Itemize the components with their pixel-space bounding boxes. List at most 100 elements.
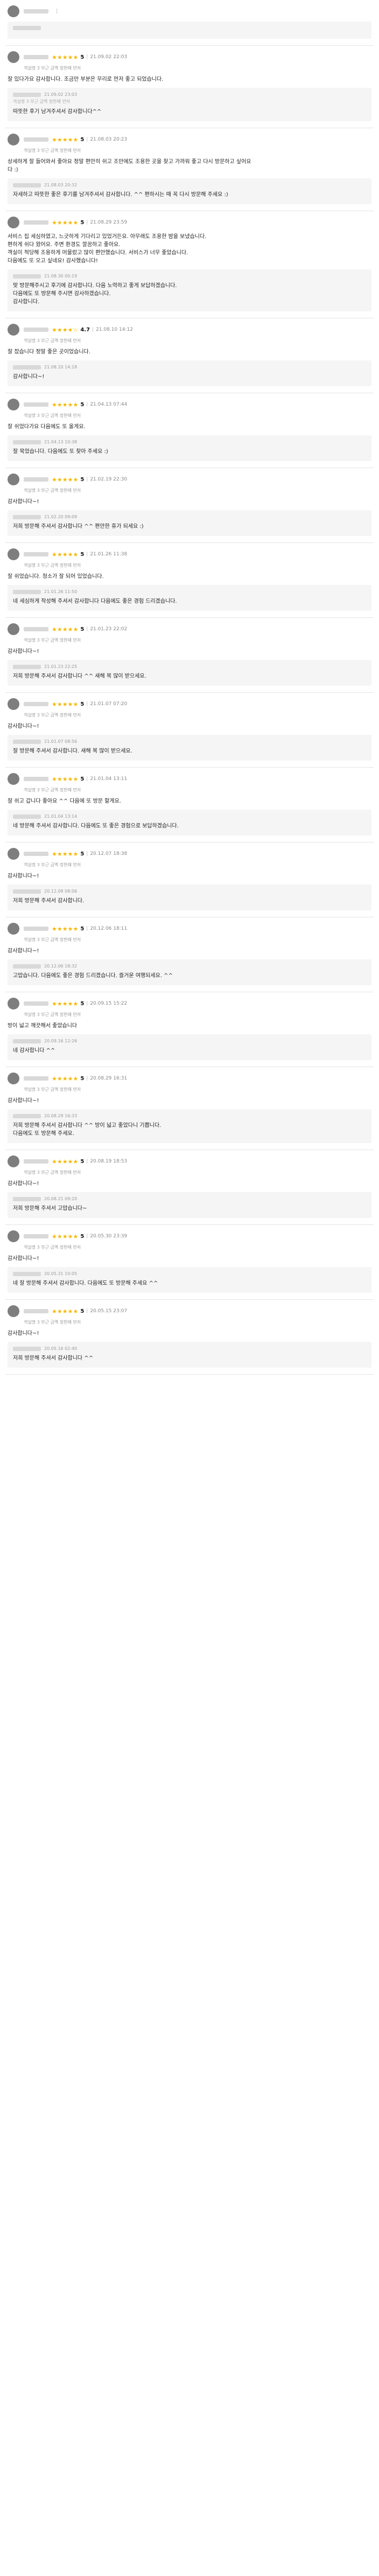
star-rating: ★★★★★ [52, 1000, 79, 1007]
owner-name-blurred [13, 440, 41, 444]
review-meta: 객실명 3 부근 금액 정한때 먼저 [24, 1245, 81, 1250]
reviewer-name-blurred [24, 1234, 48, 1238]
review-date: 20.12.06 18:11 [90, 926, 128, 931]
separator: | [86, 54, 88, 60]
review-meta: 객실명 3 부근 금액 정한때 먼저 [24, 713, 81, 718]
reviewer-name-blurred [24, 702, 48, 706]
avatar [8, 217, 19, 228]
review-item: ★★★★★ 5 | 21.04.13 07:44 객실명 3 부근 금액 정한때 먼저 잘… [5, 393, 374, 468]
separator: | [86, 402, 88, 407]
star-rating: ★★★★★ [52, 925, 79, 932]
review-item: ★★★★★ 5 | 20.08.19 18:53 객실명 3 부근 금액 정한때 먼저감… [5, 1150, 374, 1225]
separator: | [86, 1076, 88, 1081]
review-text: 감사합니다~! [8, 1098, 39, 1104]
review-text: 감사합니다~! [8, 649, 39, 655]
star-rating: ★★★★★ [52, 850, 79, 858]
reply-text: 잘 방문해 주셔서 감사합니다. 새해 복 많이 받으세요. [13, 748, 132, 754]
owner-name-blurred [13, 589, 41, 594]
review-meta: 객실명 3 부근 금액 정한때 먼저 [24, 148, 81, 153]
rating-score: 5 [80, 136, 85, 143]
review-date: 20.09.15 15:22 [90, 1001, 128, 1006]
review-header: ★★★★★ 5 | 21.08.03 20:23 [8, 134, 371, 145]
separator: | [86, 552, 88, 557]
review-header: ★★★★★ 5 | 20.08.29 16:31 [8, 1073, 371, 1084]
review-header: ★★★★★ 5 | 20.05.30 23:39 [8, 1230, 371, 1242]
reviewer-name-blurred [24, 1001, 48, 1006]
review-header: ★★★★★ 5 | 21.08.29 23:59 [8, 217, 371, 228]
separator: | [86, 851, 88, 857]
reply-date: 21.04.13 10:38 [44, 440, 78, 444]
review-header: ★★★★★ 5 | 20.12.07 18:38 [8, 848, 371, 860]
review-text: 잘 잤습니다 정말 좋은 곳이었습니다. [8, 349, 90, 355]
reply-text: 감사합니다~! [13, 374, 45, 380]
star-rating: ★★★★★ [52, 700, 79, 708]
review-date: 21.01.04 13:11 [90, 776, 128, 782]
rating-score: 5 [80, 776, 85, 782]
rating-score: 5 [80, 1233, 85, 1240]
review-date: 21.09.02 22:03 [90, 54, 128, 60]
reply-date: 21.01.26 11:50 [44, 589, 78, 594]
reply-date: 21.08.10 14:18 [44, 365, 78, 370]
reply-date: 20.05.31 10:05 [44, 1271, 78, 1276]
reviewer-name-blurred [24, 777, 48, 781]
owner-name-blurred [13, 514, 41, 519]
reviewer-name-blurred [24, 1159, 48, 1164]
review-text: 감사합니다~! [8, 1181, 39, 1187]
owner-reply: 21.08.30 00:19 맞 방문해주시고 후기에 감사합니다. 다음 노력하… [8, 269, 371, 311]
reply-text: 네 방문해 주셔서 감사합니다. 다음에도 또 좋은 경험으로 보답하겠습니다. [13, 823, 179, 829]
review-header: ★★★★☆ 4.7 | 21.08.10 14:12 [8, 324, 371, 336]
review-text: 감사합니다~! [8, 499, 39, 505]
reply-header: 20.12.06 18:32 [13, 964, 366, 969]
review-date: 21.08.10 14:12 [96, 327, 133, 332]
reply-date: 21.01.04 13:14 [44, 814, 78, 819]
reply-header: 21.01.26 11:50 [13, 589, 366, 594]
review-item: ★★★★★ 5 | 20.12.06 18:11 객실명 3 부근 금액 정한때 먼저 감… [5, 917, 374, 992]
review-date: 21.04.13 07:44 [90, 402, 128, 407]
reply-header: 21.01.23 22:25 [13, 664, 366, 669]
rating-score: 5 [80, 1308, 85, 1314]
reply-date: 21.08.30 00:19 [44, 274, 78, 279]
separator: | [86, 776, 88, 782]
review-header: ★★★★★ 5 | 21.01.07 07:20 [8, 698, 371, 710]
reviewer-name-blurred [24, 328, 48, 332]
reply-text: 따뜻한 후기 남겨주셔서 감사합니다^^ [13, 109, 102, 115]
avatar [8, 324, 19, 336]
avatar [8, 848, 19, 860]
owner-reply: 20.05.16 02:40 저희 방문해 주셔서 감사합니다 ^^ [8, 1342, 371, 1368]
separator: | [86, 1234, 88, 1239]
review-header: ★★★★★ 5 | 20.08.19 18:53 [8, 1155, 371, 1167]
review-date: 20.08.29 16:31 [90, 1076, 128, 1081]
reviewer-name-blurred [24, 137, 48, 142]
owner-name-blurred [13, 664, 41, 669]
separator: | [86, 1159, 88, 1164]
reply-date: 20.05.16 02:40 [44, 1346, 78, 1351]
reply-header: 21.09.02 23:03 [13, 92, 366, 97]
review-item: ★★★★★ 5 | 21.08.03 20:23 객실명 3 부근 금액 정한때 먼저 상… [5, 128, 374, 211]
reviewer-name-blurred [24, 477, 48, 482]
avatar [8, 998, 19, 1009]
review-date: 20.05.15 23:07 [90, 1308, 128, 1314]
reply-header: 21.08.10 14:18 [13, 365, 366, 370]
reviewer-name-blurred [24, 9, 48, 13]
avatar [8, 399, 19, 410]
owner-reply: 21.08.03 20:32 자세하고 따뜻한 좋은 후기를 남겨주셔서 감사합니… [8, 178, 371, 204]
star-rating: ★★★★★ [52, 401, 79, 408]
rating-score: 5 [80, 551, 85, 558]
reply-header: 21.01.07 08:56 [13, 739, 366, 744]
separator: | [86, 1001, 88, 1006]
separator: | [92, 327, 94, 332]
reply-header: 21.01.04 13:14 [13, 814, 366, 819]
rating-score: 5 [80, 401, 85, 408]
review-text: 잘 쉬고 갑니다 좋아요 ^^ 다음에 또 방문 할게요. [8, 798, 121, 804]
reply-text: 저희 방문해 주셔서 고맙습니다~ [13, 1206, 87, 1212]
review-meta: 객실명 3 부근 금액 정한때 먼저 [24, 338, 81, 343]
review-text: 방이 넓고 깨끗해서 좋았습니다 [8, 1023, 78, 1029]
star-rating: ★★★★★ [52, 1233, 79, 1240]
review-item: ★★★★★ 5 | 20.12.07 18:38 객실명 3 부근 금액 정한때 먼저감… [5, 843, 374, 917]
reply-header: 20.05.16 02:40 [13, 1346, 366, 1351]
reply-text: 저희 방문해 주셔서 감사합니다 ^^ 편안한 휴가 되세요 :) [13, 524, 144, 530]
rating-score: 5 [80, 851, 85, 857]
review-meta: 객실명 3 부근 금액 정한때 먼저 [24, 862, 81, 867]
review-text: 감사합니다~! [8, 873, 39, 879]
review-meta: 객실명 3 부근 금액 정한때 먼저 [24, 1170, 81, 1175]
